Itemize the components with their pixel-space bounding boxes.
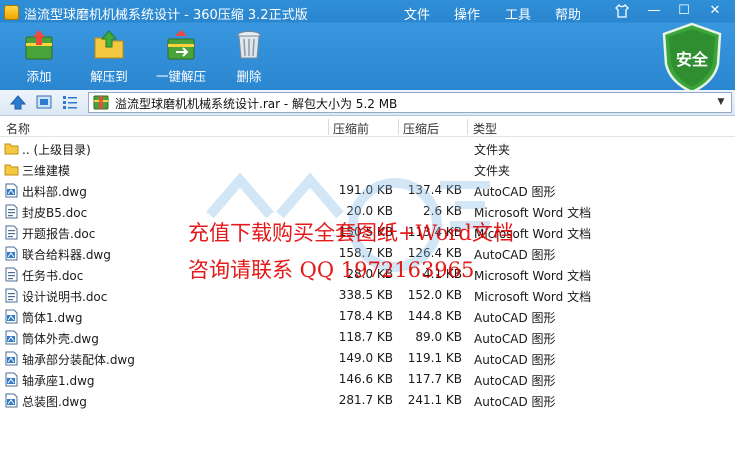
file-size-before: 281.7 KB <box>338 393 393 407</box>
one-click-extract-icon <box>167 30 195 60</box>
safety-label: 安全 <box>675 50 708 69</box>
up-arrow-icon[interactable] <box>9 94 27 110</box>
file-size-after: 119.1 KB <box>407 351 462 365</box>
folder-icon <box>4 141 19 156</box>
autocad-file-icon <box>4 246 19 261</box>
file-size-before: 178.4 KB <box>338 309 393 323</box>
file-size-after: 144.8 KB <box>407 309 462 323</box>
menu-operation[interactable]: 操作 <box>454 4 480 23</box>
autocad-file-icon <box>4 309 19 324</box>
word-document-icon <box>4 225 19 240</box>
file-row[interactable]: 轴承座1.dwg 146.6 KB 117.7 KB AutoCAD 图形 <box>0 369 735 390</box>
file-row[interactable]: 筒体1.dwg 178.4 KB 144.8 KB AutoCAD 图形 <box>0 306 735 327</box>
file-name: 联合给料器.dwg <box>22 248 111 262</box>
column-divider[interactable] <box>328 119 329 135</box>
autocad-file-icon <box>4 183 19 198</box>
autocad-file-icon <box>4 393 19 408</box>
file-type: AutoCAD 图形 <box>474 311 556 325</box>
file-type: AutoCAD 图形 <box>474 374 556 388</box>
rar-archive-icon <box>93 95 109 110</box>
file-type: 文件夹 <box>474 143 511 157</box>
delete-button[interactable]: 删除 <box>214 28 284 85</box>
maximize-button[interactable]: ☐ <box>674 2 694 20</box>
file-type: AutoCAD 图形 <box>474 353 556 367</box>
window-title: 溢流型球磨机机械系统设计 - 360压缩 3.2正式版 <box>24 8 308 23</box>
column-original[interactable]: 压缩后 <box>403 120 439 137</box>
file-size-after: 89.0 KB <box>415 330 462 344</box>
file-name: 封皮B5.doc <box>22 206 88 220</box>
address-dropdown-icon[interactable]: ▼ <box>714 95 728 110</box>
file-name: 三维建模 <box>22 164 71 178</box>
word-document-icon <box>4 288 19 303</box>
column-header: 名称 压缩前 压缩后 类型 <box>0 117 735 137</box>
app-icon <box>4 5 19 20</box>
address-path: 溢流型球磨机机械系统设计.rar - 解包大小为 5.2 MB <box>115 97 398 111</box>
extract-folder-icon <box>94 30 124 59</box>
menu-help[interactable]: 帮助 <box>555 4 581 23</box>
file-name: 轴承座1.dwg <box>22 374 95 388</box>
minimize-button[interactable]: — <box>644 2 664 20</box>
file-name: 总装图.dwg <box>22 395 87 409</box>
file-row[interactable]: 设计说明书.doc 338.5 KB 152.0 KB Microsoft Word … <box>0 285 735 306</box>
file-name: 出料部.dwg <box>22 185 87 199</box>
autocad-file-icon <box>4 330 19 345</box>
file-name: 任务书.doc <box>22 269 84 283</box>
add-button[interactable]: 添加 <box>4 28 74 85</box>
menu-tools[interactable]: 工具 <box>505 4 531 23</box>
add-label: 添加 <box>26 69 52 84</box>
column-divider[interactable] <box>467 119 468 135</box>
trash-can-icon <box>237 31 261 59</box>
extract-to-label: 解压到 <box>90 69 128 84</box>
folder-icon <box>4 162 19 177</box>
skin-icon[interactable] <box>614 3 630 19</box>
file-name: .. (上级目录) <box>22 143 91 157</box>
watermark-line-1: 充值下载购买全套图纸+Word文档 <box>188 221 514 245</box>
column-packed[interactable]: 压缩前 <box>333 120 369 137</box>
one-click-extract-button[interactable]: 一键解压 <box>146 28 216 85</box>
folder-row[interactable]: .. (上级目录) 文件夹 <box>0 138 735 159</box>
file-name: 筒体外壳.dwg <box>22 332 99 346</box>
menu-file[interactable]: 文件 <box>404 4 430 23</box>
word-document-icon <box>4 267 19 282</box>
one-click-extract-label: 一键解压 <box>155 69 206 84</box>
file-name: 轴承部分装配体.dwg <box>22 353 135 367</box>
word-document-icon <box>4 204 19 219</box>
autocad-file-icon <box>4 351 19 366</box>
list-view-icon[interactable] <box>61 94 79 110</box>
autocad-file-icon <box>4 372 19 387</box>
file-size-before: 338.5 KB <box>338 288 393 302</box>
file-type: AutoCAD 图形 <box>474 395 556 409</box>
file-size-after: 241.1 KB <box>407 393 462 407</box>
file-size-after: 117.7 KB <box>407 372 462 386</box>
column-name[interactable]: 名称 <box>6 120 30 137</box>
column-type[interactable]: 类型 <box>473 120 497 137</box>
file-row[interactable]: 筒体外壳.dwg 118.7 KB 89.0 KB AutoCAD 图形 <box>0 327 735 348</box>
column-divider[interactable] <box>398 119 399 135</box>
file-type: AutoCAD 图形 <box>474 332 556 346</box>
safety-shield[interactable]: 安全 <box>660 22 724 94</box>
watermark-line-2: 咨询请联系 QQ 1972163965 <box>188 258 475 282</box>
file-name: 设计说明书.doc <box>22 290 108 304</box>
file-size-before: 149.0 KB <box>338 351 393 365</box>
file-name: 筒体1.dwg <box>22 311 83 325</box>
add-archive-icon <box>25 30 53 60</box>
extract-to-button[interactable]: 解压到 <box>74 28 144 85</box>
close-button[interactable]: ✕ <box>705 2 725 20</box>
delete-label: 删除 <box>236 69 262 84</box>
file-name: 开题报告.doc <box>22 227 96 241</box>
file-type: Microsoft Word 文档 <box>474 290 592 304</box>
file-size-before: 146.6 KB <box>338 372 393 386</box>
title-toolbar-area: 溢流型球磨机机械系统设计 - 360压缩 3.2正式版 文件 操作 工具 帮助 … <box>0 0 735 94</box>
file-size-before: 118.7 KB <box>338 330 393 344</box>
file-row[interactable]: 轴承部分装配体.dwg 149.0 KB 119.1 KB AutoCAD 图形 <box>0 348 735 369</box>
address-bar[interactable]: 溢流型球磨机机械系统设计.rar - 解包大小为 5.2 MB ▼ <box>88 92 732 113</box>
file-size-after: 152.0 KB <box>407 288 462 302</box>
file-row[interactable]: 总装图.dwg 281.7 KB 241.1 KB AutoCAD 图形 <box>0 390 735 411</box>
large-icon-view-icon[interactable] <box>35 94 53 110</box>
